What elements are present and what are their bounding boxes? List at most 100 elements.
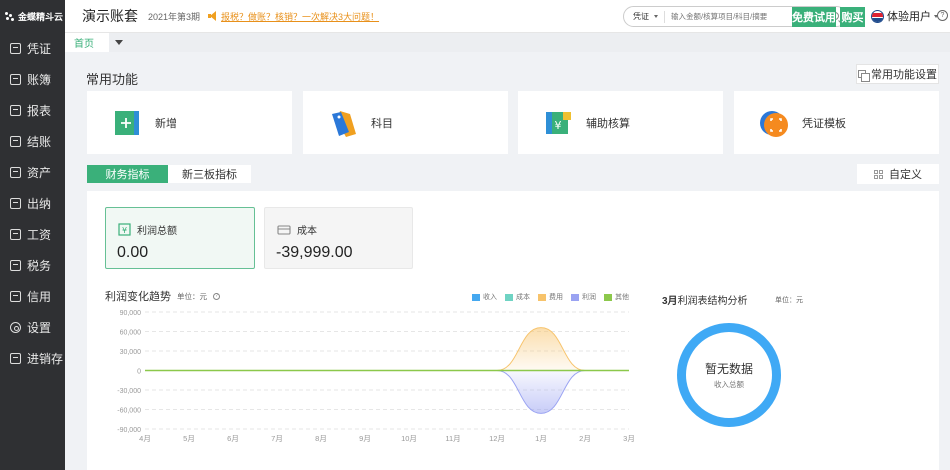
x-tick-label: 3月 bbox=[623, 434, 635, 443]
x-tick-label: 7月 bbox=[271, 434, 283, 443]
x-tick-label: 6月 bbox=[227, 434, 239, 443]
legend-swatch bbox=[505, 293, 513, 301]
sidebar-item-6[interactable]: 工资 bbox=[0, 219, 65, 250]
sidebar-item-0[interactable]: 凭证 bbox=[0, 33, 65, 64]
svg-text:¥: ¥ bbox=[122, 226, 127, 235]
tab-home[interactable]: 首页 bbox=[65, 33, 109, 52]
trend-unit: 单位：元 bbox=[177, 291, 207, 301]
card-label: 新增 bbox=[155, 117, 177, 130]
subject-tags-icon bbox=[332, 110, 356, 137]
section-title: 常用功能 bbox=[86, 72, 139, 87]
x-tick-label: 2月 bbox=[579, 434, 591, 443]
profit-structure-donut: 暂无数据 收入总额 bbox=[677, 323, 781, 427]
user-menu[interactable]: 体验用户 bbox=[871, 8, 938, 24]
x-tick-label: 8月 bbox=[315, 434, 327, 443]
search-type-label: 凭证 bbox=[633, 12, 649, 21]
y-tick-label: -30,000 bbox=[117, 388, 141, 395]
brand-name: 金蝶精斗云 bbox=[18, 12, 64, 22]
promo-link[interactable]: 报税？做账？核销？一次解决3大问题！ bbox=[221, 10, 379, 23]
tab-financial-indicators[interactable]: 财务指标 bbox=[87, 165, 168, 183]
y-tick-label: 90,000 bbox=[120, 310, 142, 317]
function-settings-button[interactable]: 常用功能设置 bbox=[856, 64, 939, 84]
close-books-icon bbox=[10, 136, 21, 147]
card-auxiliary[interactable]: ¥ 辅助核算 bbox=[518, 91, 723, 154]
pie-unit: 单位：元 bbox=[775, 297, 803, 304]
chevron-down-icon bbox=[654, 15, 658, 18]
search-input[interactable] bbox=[671, 12, 781, 21]
asset-icon bbox=[10, 167, 21, 178]
customize-button[interactable]: 自定义 bbox=[857, 164, 939, 184]
function-settings-label: 常用功能设置 bbox=[871, 69, 937, 81]
free-trial-button[interactable]: 免费试用 bbox=[792, 7, 836, 27]
profit-trend-chart: 90,000 60,000 30,000 0 -30,000 -60,000 -90,000… bbox=[117, 310, 635, 443]
gear-icon bbox=[10, 322, 21, 333]
sidebar-item-1[interactable]: 账簿 bbox=[0, 64, 65, 95]
buy-button[interactable]: 购买 bbox=[840, 7, 865, 27]
card-add-voucher[interactable]: 新增 bbox=[87, 91, 292, 154]
tax-icon bbox=[10, 260, 21, 271]
pie-title-month: 3月 bbox=[662, 296, 678, 307]
sidebar-item-4[interactable]: 资产 bbox=[0, 157, 65, 188]
sidebar-item-label: 设置 bbox=[27, 321, 52, 335]
sidebar-nav: 凭证账簿报表结账 资产出纳工资税务信用设置进销存 bbox=[0, 33, 65, 374]
account-name[interactable]: 演示账套 bbox=[82, 6, 138, 26]
accounting-period: 2021年第3期 bbox=[148, 11, 201, 22]
tab-neeq-indicators[interactable]: 新三板指标 bbox=[168, 165, 251, 183]
sidebar-item-label: 报表 bbox=[27, 104, 52, 118]
svg-text:¥: ¥ bbox=[555, 119, 562, 132]
avatar bbox=[871, 9, 884, 23]
voucher-template-icon bbox=[760, 110, 788, 137]
no-data-label: 暂无数据 bbox=[704, 362, 753, 376]
kpi-value: 0.00 bbox=[117, 244, 149, 261]
sidebar-item-9[interactable]: 设置 bbox=[0, 312, 65, 343]
pie-chart-title: 3月利润表结构分析 bbox=[662, 292, 748, 307]
page-tabs: 首页 bbox=[65, 33, 950, 52]
card-label: 凭证模板 bbox=[802, 117, 846, 130]
sidebar-item-7[interactable]: 税务 bbox=[0, 250, 65, 281]
legend-swatch bbox=[571, 293, 579, 301]
indicator-panel: ¥ 利润总额 0.00 成本 -39,999.00 利润变化趋势 单位：元 ? … bbox=[87, 191, 939, 470]
x-tick-label: 9月 bbox=[359, 434, 371, 443]
customize-label: 自定义 bbox=[889, 169, 922, 181]
legend-swatch bbox=[472, 293, 480, 301]
brand-logo[interactable]: 金蝶精斗云 bbox=[0, 0, 65, 33]
sidebar-item-8[interactable]: 信用 bbox=[0, 281, 65, 312]
kpi-label: 成本 bbox=[297, 226, 317, 237]
x-tick-label: 1月 bbox=[535, 434, 547, 443]
kpi-total-profit[interactable]: ¥ 利润总额 0.00 bbox=[105, 207, 255, 269]
sidebar-item-3[interactable]: 结账 bbox=[0, 126, 65, 157]
x-tick-label: 4月 bbox=[139, 434, 151, 443]
y-tick-label: 60,000 bbox=[120, 330, 142, 337]
auxiliary-accounting-icon: ¥ bbox=[546, 111, 571, 134]
voucher-icon bbox=[10, 43, 21, 54]
y-tick-label: -90,000 bbox=[117, 427, 141, 434]
card-label: 科目 bbox=[371, 117, 393, 130]
search-type-select[interactable]: 凭证 bbox=[624, 10, 665, 23]
sidebar-item-label: 信用 bbox=[27, 290, 52, 304]
kpi-label: 利润总额 bbox=[137, 226, 177, 237]
sidebar-item-5[interactable]: 出纳 bbox=[0, 188, 65, 219]
x-tick-label: 12月 bbox=[489, 434, 505, 443]
card-voucher-template[interactable]: 凭证模板 bbox=[734, 91, 939, 154]
top-bar: 演示账套 2021年第3期 报税？做账？核销？一次解决3大问题！ 凭证 免费试用… bbox=[65, 0, 950, 33]
legend-swatch bbox=[538, 293, 546, 301]
kpi-cost[interactable]: 成本 -39,999.00 bbox=[264, 207, 413, 269]
series-area-2 bbox=[145, 327, 629, 371]
sidebar-item-label: 税务 bbox=[27, 259, 52, 273]
card-subject[interactable]: 科目 bbox=[303, 91, 508, 154]
indicator-tabs: 财务指标 新三板指标 bbox=[87, 165, 251, 183]
grid-icon bbox=[874, 169, 883, 179]
y-tick-label: -60,000 bbox=[117, 408, 141, 415]
sidebar-item-10[interactable]: 进销存 bbox=[0, 343, 65, 374]
help-icon[interactable]: ? bbox=[937, 10, 948, 21]
sidebar-item-label: 出纳 bbox=[27, 197, 52, 211]
report-icon bbox=[10, 105, 21, 116]
tabs-dropdown-icon[interactable] bbox=[115, 40, 123, 45]
sidebar-item-2[interactable]: 报表 bbox=[0, 95, 65, 126]
question-icon[interactable]: ? bbox=[213, 292, 220, 300]
legend-swatch bbox=[604, 293, 612, 301]
sidebar-item-label: 账簿 bbox=[27, 73, 52, 87]
sidebar-item-label: 工资 bbox=[27, 228, 52, 242]
cost-icon bbox=[277, 224, 291, 235]
sidebar-item-label: 进销存 bbox=[27, 352, 64, 366]
